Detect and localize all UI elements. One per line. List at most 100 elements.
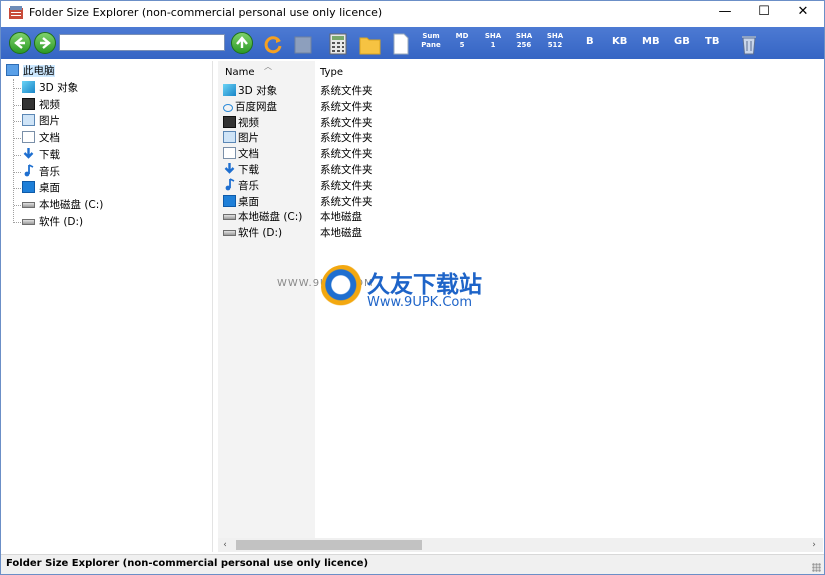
tree-item[interactable]: 音乐: [22, 163, 60, 180]
unit-mb-button[interactable]: MB: [642, 36, 660, 47]
recycle-bin-icon[interactable]: [741, 31, 757, 57]
back-button[interactable]: [9, 32, 31, 54]
horizontal-scrollbar[interactable]: ‹ ›: [218, 538, 823, 552]
cube-icon: [22, 81, 35, 93]
md5-button[interactable]: MD 5: [453, 32, 471, 50]
list-item[interactable]: 图片: [223, 130, 259, 146]
download-icon: [22, 147, 35, 159]
list-item-name: 软件 (D:): [238, 227, 283, 240]
sha512-line2: 512: [547, 41, 563, 49]
watermark-cn: 久友下载站: [367, 272, 482, 298]
sum-pane-button[interactable]: Sum Pane: [419, 32, 443, 50]
unit-gb-button[interactable]: GB: [674, 36, 690, 47]
arrow-up-icon: [236, 36, 248, 48]
title-bar: Folder Size Explorer (non-commercial per…: [1, 1, 824, 25]
unit-kb-button[interactable]: KB: [612, 36, 627, 47]
tree-item[interactable]: 文档: [22, 130, 60, 146]
folder-icon[interactable]: [359, 32, 381, 58]
computer-icon: [6, 64, 19, 76]
list-item[interactable]: 3D 对象: [223, 83, 277, 99]
sha1-line1: SHA: [484, 32, 502, 40]
arrow-left-icon: [14, 37, 25, 49]
folder-tree: 此电脑 3D 对象 视频图片文档下载音乐桌面 本地磁盘 (C:) 软件 (D:): [1, 61, 213, 552]
watermark-logo-icon: [321, 265, 365, 309]
sha512-button[interactable]: SHA 512: [544, 32, 566, 50]
sha256-button[interactable]: SHA 256: [513, 32, 535, 50]
download-icon: [223, 162, 236, 174]
list-item[interactable]: 本地磁盘 (C:): [223, 209, 302, 225]
desktop-icon: [22, 181, 35, 194]
scroll-left-icon[interactable]: ‹: [218, 538, 232, 552]
unit-tb-button[interactable]: TB: [705, 36, 719, 47]
tree-item[interactable]: 软件 (D:): [22, 214, 83, 230]
watermark: WWW.9UPK.COM 久友下载站 Www.9UPK.Com: [277, 263, 517, 323]
drive-icon: [22, 201, 35, 208]
up-button[interactable]: [231, 32, 253, 54]
scrollbar-thumb[interactable]: [236, 540, 422, 550]
list-item-name: 文档: [238, 148, 259, 161]
scroll-right-icon[interactable]: ›: [807, 538, 821, 552]
maximize-button[interactable]: ☐: [745, 1, 783, 25]
sha512-line1: SHA: [546, 32, 564, 40]
tree-item[interactable]: 视频: [22, 97, 60, 113]
tree-item-label: 图片: [39, 115, 60, 128]
list-item[interactable]: 视频: [223, 115, 259, 131]
list-item-type: 系统文件夹: [320, 132, 373, 145]
list-item-type: 系统文件夹: [320, 164, 373, 176]
tree-item[interactable]: 本地磁盘 (C:): [22, 197, 103, 213]
document-icon: [22, 131, 35, 144]
minimize-button[interactable]: —: [706, 1, 744, 25]
list-item[interactable]: 下载: [223, 162, 259, 178]
list-item-name: 3D 对象: [238, 85, 278, 97]
file-icon[interactable]: [393, 31, 409, 57]
tree-item-label: 软件 (D:): [39, 215, 84, 228]
path-input[interactable]: [59, 34, 225, 51]
status-text: Folder Size Explorer (non-commercial per…: [6, 558, 369, 569]
document-icon: [223, 147, 236, 160]
cube-icon: [223, 84, 236, 96]
picture-icon: [22, 114, 35, 127]
sha1-button[interactable]: SHA 1: [482, 32, 504, 50]
tree-item[interactable]: 3D 对象: [22, 80, 78, 96]
list-item[interactable]: 桌面: [223, 194, 259, 210]
resize-grip-icon[interactable]: [812, 563, 821, 572]
list-item[interactable]: 音乐: [223, 178, 259, 194]
sha1-line2: 1: [490, 41, 496, 49]
column-header-name[interactable]: Name: [225, 67, 255, 78]
list-item-type: 本地磁盘: [320, 211, 362, 224]
tree-item[interactable]: 桌面: [22, 180, 60, 196]
tree-item[interactable]: 下载: [22, 147, 60, 163]
calculator-icon[interactable]: [329, 31, 347, 57]
column-header-type[interactable]: Type: [320, 67, 343, 78]
list-item[interactable]: 文档: [223, 146, 259, 162]
md5-line2: 5: [459, 41, 465, 49]
tree-item[interactable]: 图片: [22, 113, 60, 129]
list-item-name: 百度网盘: [235, 100, 277, 113]
cloud-icon: [223, 103, 233, 112]
list-item[interactable]: 软件 (D:): [223, 225, 282, 241]
sha256-line2: 256: [516, 41, 532, 49]
tree-root-label: 此电脑: [23, 65, 55, 77]
forward-button[interactable]: [34, 32, 56, 54]
list-item-name: 图片: [238, 132, 259, 145]
music-icon: [223, 178, 236, 191]
arrow-right-icon: [40, 37, 51, 49]
video-icon: [22, 97, 35, 110]
app-icon: [9, 6, 23, 19]
md5-line1: MD: [455, 32, 469, 40]
list-item-name: 桌面: [238, 195, 259, 208]
tree-item-this-pc[interactable]: 此电脑: [6, 63, 55, 79]
tree-item-label: 音乐: [39, 165, 60, 178]
list-item[interactable]: 百度网盘: [223, 99, 277, 115]
unit-b-button[interactable]: B: [586, 36, 594, 47]
sort-up-icon: ︿: [264, 62, 272, 71]
drive-icon: [223, 230, 236, 237]
tree-item-label: 文档: [39, 132, 60, 145]
sum-pane-line1: Sum: [422, 32, 440, 40]
close-button[interactable]: ✕: [784, 1, 822, 25]
stop-icon[interactable]: [293, 32, 313, 58]
music-icon: [22, 163, 35, 176]
refresh-icon[interactable]: [262, 31, 284, 57]
watermark-en: Www.9UPK.Com: [367, 295, 473, 310]
tree-item-label: 下载: [39, 148, 60, 161]
